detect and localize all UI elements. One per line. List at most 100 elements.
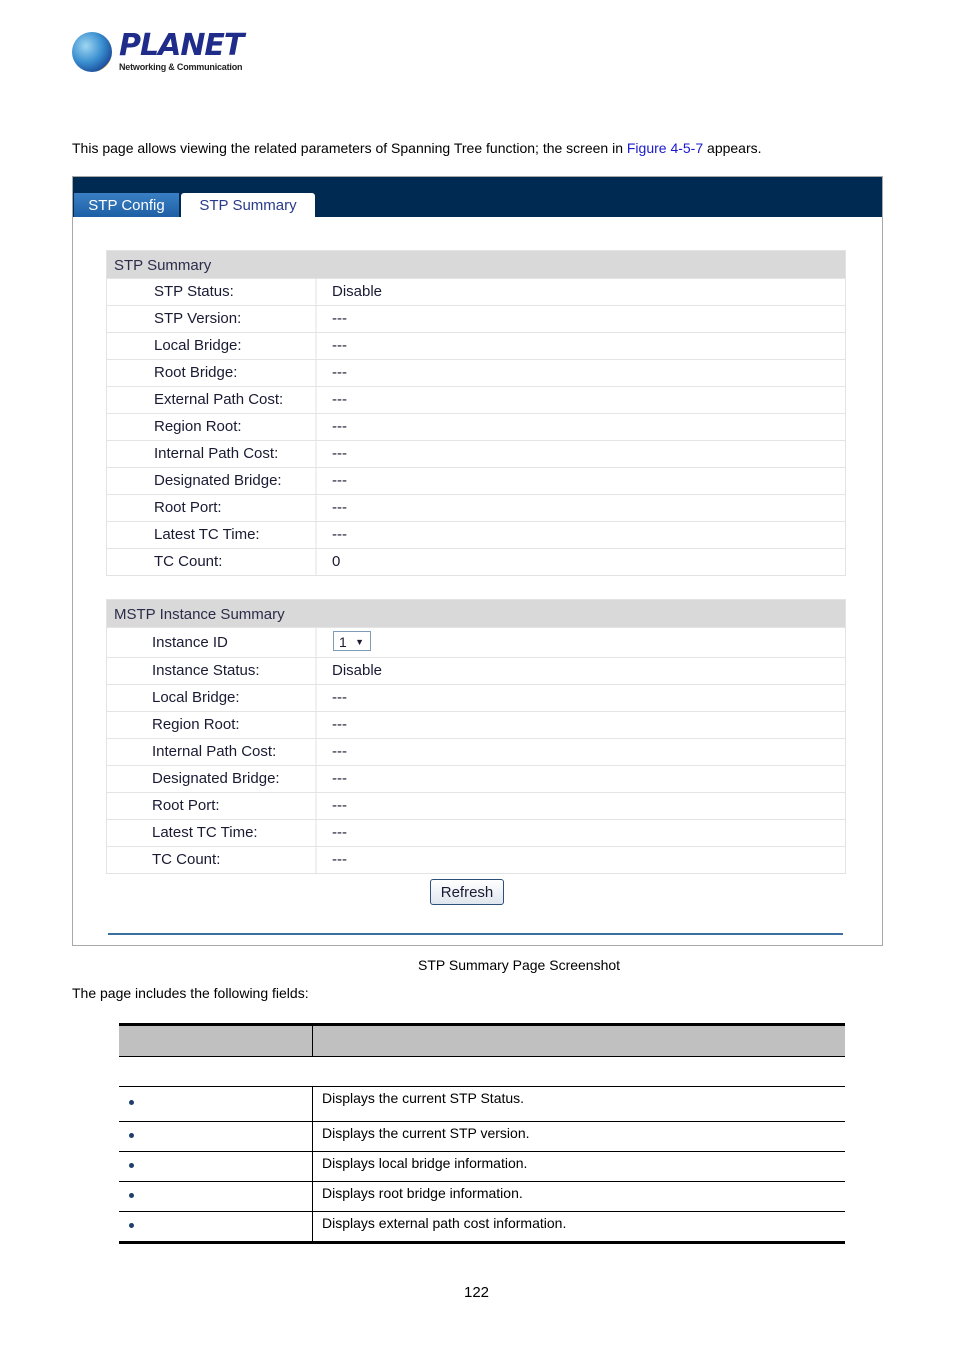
field-label: Root Port: (152, 797, 220, 814)
tab-stp-config[interactable]: STP Config (74, 193, 179, 217)
field-value: --- (332, 797, 347, 814)
planet-logo: PLANET Networking & Communication (72, 28, 244, 76)
tab-stp-summary[interactable]: STP Summary (181, 193, 315, 217)
column-separator (315, 712, 317, 738)
summary-row: Root Bridge: --- (107, 359, 845, 386)
field-value: --- (332, 689, 347, 706)
field-description: Displays the current STP Status. (322, 1090, 525, 1106)
field-label: Region Root: (152, 716, 240, 733)
field-label: Internal Path Cost: (154, 445, 279, 462)
bullet-icon (129, 1163, 134, 1168)
instance-id-label: Instance ID (152, 634, 228, 651)
column-separator (315, 739, 317, 765)
field-description: Displays local bridge information. (322, 1155, 528, 1171)
field-value: --- (332, 391, 347, 408)
column-separator (312, 1087, 313, 1122)
field-label: Local Bridge: (154, 337, 242, 354)
column-separator (315, 628, 317, 657)
page-number: 122 (464, 1284, 490, 1301)
summary-row: External Path Cost: --- (107, 386, 845, 413)
summary-row: Local Bridge: --- (107, 332, 845, 359)
intro-paragraph: This page allows viewing the related par… (72, 140, 762, 156)
field-value: --- (332, 499, 347, 516)
summary-row: Region Root: --- (107, 711, 845, 738)
field-value: --- (332, 364, 347, 381)
instance-id-value: 1 (339, 634, 347, 650)
field-label: Designated Bridge: (152, 770, 280, 787)
field-value: Disable (332, 662, 383, 679)
figure-link[interactable]: Figure 4-5-7 (627, 140, 703, 156)
intro-text-after: appears. (703, 140, 762, 156)
column-separator (315, 468, 317, 494)
field-label: Latest TC Time: (154, 526, 260, 543)
summary-row: Designated Bridge: --- (107, 467, 845, 494)
column-separator (315, 658, 317, 684)
bullet-icon (129, 1100, 134, 1105)
field-label: Internal Path Cost: (152, 743, 277, 760)
table-row: Displays the current STP version. (119, 1121, 845, 1152)
field-label: Designated Bridge: (154, 472, 282, 489)
field-value: --- (332, 337, 347, 354)
field-label: Instance Status: (152, 662, 260, 679)
field-description: Displays external path cost information. (322, 1215, 567, 1231)
field-value: --- (332, 472, 347, 489)
summary-row: STP Status: Disable (107, 278, 845, 305)
field-label: STP Version: (154, 310, 242, 327)
summary-row: Internal Path Cost: --- (107, 440, 845, 467)
field-value: Disable (332, 283, 383, 300)
field-label: Local Bridge: (152, 689, 240, 706)
field-value: --- (332, 716, 347, 733)
field-value: --- (332, 743, 347, 760)
field-value: --- (332, 851, 347, 868)
column-separator (315, 360, 317, 386)
field-description: Displays the current STP version. (322, 1125, 530, 1141)
column-separator (315, 847, 317, 873)
field-label: Latest TC Time: (152, 824, 258, 841)
summary-row: Designated Bridge: --- (107, 765, 845, 792)
intro-text-before: This page allows viewing the related par… (72, 140, 627, 156)
column-separator (312, 1122, 313, 1152)
tab-bar: STP Config STP Summary (73, 177, 882, 217)
summary-row: Latest TC Time: --- (107, 521, 845, 548)
dropdown-arrow-icon: ▼ (355, 637, 364, 647)
field-value: --- (332, 770, 347, 787)
column-separator (315, 685, 317, 711)
field-label: Root Bridge: (154, 364, 238, 381)
column-separator (315, 495, 317, 521)
column-separator (315, 414, 317, 440)
field-label: TC Count: (154, 553, 223, 570)
column-separator (312, 1182, 313, 1212)
table-row: Displays local bridge information. (119, 1151, 845, 1182)
field-label: STP Status: (154, 283, 234, 300)
table-header (119, 1026, 845, 1057)
column-separator (315, 522, 317, 548)
summary-row: TC Count: 0 (107, 548, 845, 575)
table-row: Displays the current STP Status. (119, 1086, 845, 1122)
column-separator (312, 1026, 313, 1056)
logo-tagline: Networking & Communication (119, 62, 243, 72)
column-separator (315, 793, 317, 819)
column-separator (312, 1152, 313, 1182)
section-title: STP Summary (107, 251, 845, 278)
field-value: --- (332, 418, 347, 435)
summary-row: Region Root: --- (107, 413, 845, 440)
globe-icon (72, 32, 112, 72)
field-value: --- (332, 526, 347, 543)
summary-row: Root Port: --- (107, 792, 845, 819)
table-bottom-rule (119, 1241, 845, 1244)
column-separator (315, 279, 317, 305)
section-title: MSTP Instance Summary (107, 600, 845, 627)
column-separator (315, 306, 317, 332)
field-description: Displays root bridge information. (322, 1185, 523, 1201)
column-separator (315, 441, 317, 467)
refresh-button[interactable]: Refresh (430, 879, 504, 905)
column-separator (312, 1212, 313, 1242)
column-separator (315, 766, 317, 792)
mstp-instance-summary-section: MSTP Instance Summary Instance ID 1 ▼ In… (106, 599, 846, 874)
instance-id-row: Instance ID 1 ▼ (107, 627, 845, 657)
instance-id-select[interactable]: 1 ▼ (333, 631, 371, 651)
field-label: TC Count: (152, 851, 221, 868)
field-label: Root Port: (154, 499, 222, 516)
field-label: Region Root: (154, 418, 242, 435)
column-separator (315, 333, 317, 359)
